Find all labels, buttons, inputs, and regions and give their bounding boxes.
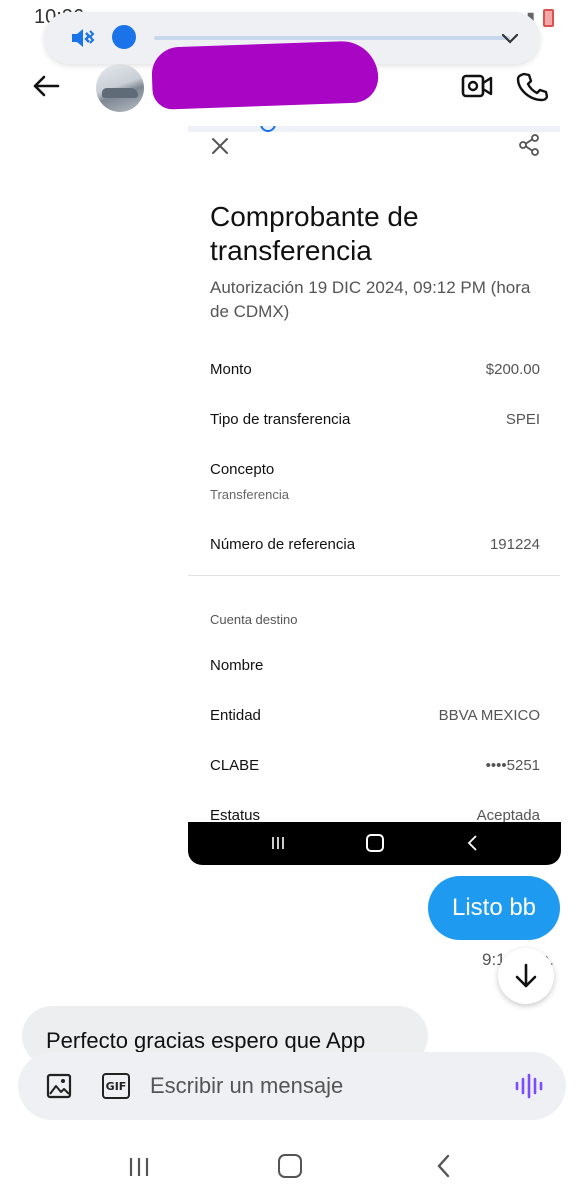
bank-value: BBVA MEXICO [438,707,540,724]
share-icon [519,134,539,156]
reference-label: Número de referencia [210,536,356,553]
receipt-top-edge [188,126,560,132]
mute-icon[interactable] [68,24,96,52]
message-composer: GIF [18,1052,566,1120]
divider [188,575,560,576]
concept-value: Transferencia [210,487,289,502]
receipt-subtitle: Autorización 19 DIC 2024, 09:12 PM (hora… [210,278,531,321]
amount-value: $200.00 [485,361,540,378]
section-label: Cuenta destino [210,612,298,627]
reference-value: 191224 [489,536,540,553]
received-message-text: Perfecto gracias espero que App [46,1028,366,1053]
recents-icon [272,837,284,849]
gallery-icon[interactable] [46,1073,72,1099]
chat-header: S [0,40,584,118]
receipt-image[interactable]: Comprobante de transferencia Autorizació… [188,126,560,866]
message-input[interactable] [150,1068,490,1104]
transfer-type-label: Tipo de transferencia [210,411,351,428]
sent-message-text: Listo bb [451,894,537,921]
arrow-down-icon [515,963,537,988]
recent-apps-icon[interactable] [128,1156,150,1178]
battery-icon [543,9,554,27]
back-arrow-icon[interactable] [30,70,62,102]
receipt-navbar [188,822,561,865]
gif-icon[interactable]: GIF [102,1073,130,1099]
volume-track[interactable] [154,36,510,40]
receipt-title: Comprobante de transferencia [210,201,419,266]
avatar[interactable] [96,64,144,112]
redaction-mark [150,40,380,110]
home-icon [366,834,384,852]
name-label: Nombre [210,657,264,674]
system-nav-bar [0,1140,584,1200]
bank-label: Entidad [210,707,261,724]
home-button[interactable] [278,1154,302,1178]
scroll-to-bottom-button[interactable] [498,948,554,1004]
phone-call-icon[interactable] [516,70,548,102]
transfer-type-value: SPEI [505,411,540,428]
voice-message-icon[interactable] [514,1072,544,1100]
close-icon [212,138,228,154]
clabe-label: CLABE [210,757,260,774]
volume-slider-thumb[interactable] [112,25,136,49]
concept-label: Concepto [210,461,275,478]
sent-message-bubble[interactable]: Listo bb [428,876,560,940]
nav-back-icon[interactable] [432,1154,456,1178]
gif-label: GIF [105,1079,127,1093]
amount-label: Monto [210,361,252,378]
chevron-down-icon[interactable] [498,26,522,50]
back-icon [467,835,477,851]
video-call-icon[interactable] [460,70,494,102]
clabe-value: ••••5251 [485,757,540,774]
